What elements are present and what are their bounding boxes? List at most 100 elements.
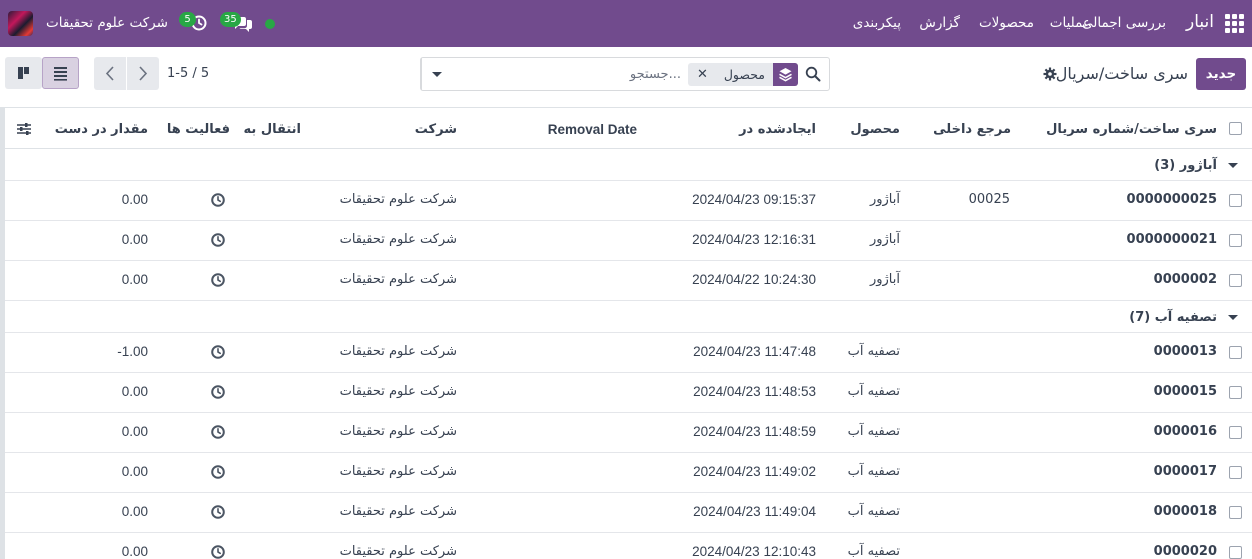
product-name: تصفیه آب bbox=[847, 464, 900, 479]
quantity-on-hand: 0.00 bbox=[121, 384, 148, 399]
product-name: آباژور bbox=[869, 232, 900, 247]
page-title: سری ساخت/سریال bbox=[1055, 64, 1188, 83]
presence-status-dot bbox=[265, 19, 275, 29]
company-name: شرکت علوم تحقیقات bbox=[339, 464, 457, 479]
row-checkbox[interactable] bbox=[1229, 346, 1242, 359]
menu-configuration[interactable]: پیکربندی bbox=[853, 15, 901, 31]
list-view-button[interactable] bbox=[42, 57, 79, 89]
lot-number: 0000018 bbox=[1153, 504, 1217, 519]
created-on: 2024/04/23 11:48:59 bbox=[693, 424, 816, 439]
row-checkbox[interactable] bbox=[1229, 274, 1242, 287]
column-header-internal-ref[interactable]: مرجع داخلی bbox=[933, 122, 1011, 137]
row-checkbox[interactable] bbox=[1229, 234, 1242, 247]
company-name: شرکت علوم تحقیقات bbox=[339, 192, 457, 207]
product-name: تصفیه آب bbox=[847, 424, 900, 439]
product-name: تصفیه آب bbox=[847, 344, 900, 359]
select-all-checkbox[interactable] bbox=[1229, 122, 1242, 135]
activity-clock-icon[interactable] bbox=[211, 193, 225, 207]
created-on: 2024/04/23 11:49:02 bbox=[693, 464, 816, 479]
column-header-transfer-to[interactable]: انتقال به bbox=[244, 122, 301, 137]
table-row[interactable]: 0000015 تصفیه آب 2024/04/23 11:48:53 شرکت ع… bbox=[5, 373, 1252, 413]
group-by-layers-icon bbox=[773, 63, 798, 86]
product-name: آباژور bbox=[869, 272, 900, 287]
created-on: 2024/04/23 11:49:04 bbox=[693, 504, 816, 519]
menu-products[interactable]: محصولات bbox=[979, 15, 1034, 31]
column-header-company[interactable]: شرکت bbox=[415, 122, 457, 137]
activity-clock-icon[interactable] bbox=[211, 385, 225, 399]
pager-next-button[interactable] bbox=[127, 57, 159, 90]
table-row[interactable]: 0000002 آباژور 2024/04/22 10:24:30 شرکت علو… bbox=[5, 261, 1252, 301]
chevron-right-icon bbox=[139, 66, 148, 81]
row-checkbox[interactable] bbox=[1229, 386, 1242, 399]
table-row[interactable]: 0000018 تصفیه آب 2024/04/23 11:49:04 شرکت ع… bbox=[5, 493, 1252, 533]
pager-value[interactable]: 1-5 / 5 bbox=[167, 66, 209, 81]
row-checkbox[interactable] bbox=[1229, 546, 1242, 559]
kanban-icon bbox=[18, 67, 29, 79]
table-row[interactable]: 0000000025 00025 آباژور 2024/04/23 09:15:37… bbox=[5, 181, 1252, 221]
row-checkbox[interactable] bbox=[1229, 506, 1242, 519]
search-bar: محصول ✕ جستجو... bbox=[420, 57, 830, 91]
product-name: تصفیه آب bbox=[847, 544, 900, 559]
lot-number: 0000016 bbox=[1153, 424, 1217, 439]
company-name: شرکت علوم تحقیقات bbox=[339, 272, 457, 287]
group-title: تصفیه آب (7) bbox=[1129, 310, 1217, 325]
optional-columns-sliders-icon[interactable] bbox=[17, 122, 31, 136]
search-icon[interactable] bbox=[805, 66, 821, 82]
lot-number: 0000017 bbox=[1153, 464, 1217, 479]
menu-reporting[interactable]: گزارش bbox=[919, 15, 960, 31]
created-on: 2024/04/23 11:47:48 bbox=[693, 344, 816, 359]
table-row[interactable]: 0000020 تصفیه آب 2024/04/23 12:10:43 شرکت ع… bbox=[5, 533, 1252, 559]
quantity-on-hand: 0.00 bbox=[121, 504, 148, 519]
lot-number: 0000015 bbox=[1153, 384, 1217, 399]
column-header-product[interactable]: محصول bbox=[850, 122, 900, 137]
column-header-qty-on-hand[interactable]: مقدار در دست bbox=[55, 122, 148, 137]
created-on: 2024/04/23 12:16:31 bbox=[692, 232, 816, 247]
menu-overview[interactable]: بررسی اجمالی bbox=[1082, 15, 1166, 31]
activity-clock-icon[interactable] bbox=[211, 505, 225, 519]
column-header-removal-date[interactable]: Removal Date bbox=[548, 122, 637, 137]
menu-operations[interactable]: عملیات bbox=[1050, 15, 1091, 31]
group-header-row[interactable]: آباژور (3) bbox=[5, 149, 1252, 181]
table-row[interactable]: 0000016 تصفیه آب 2024/04/23 11:48:59 شرکت ع… bbox=[5, 413, 1252, 453]
search-options-toggle[interactable] bbox=[421, 58, 451, 90]
facet-remove-icon[interactable]: ✕ bbox=[697, 67, 708, 82]
user-avatar[interactable] bbox=[8, 11, 33, 36]
activity-clock-icon[interactable] bbox=[211, 233, 225, 247]
company-name: شرکت علوم تحقیقات bbox=[339, 384, 457, 399]
search-facet: محصول ✕ bbox=[688, 63, 798, 86]
top-navbar: انبار بررسی اجمالی عملیات محصولات گزارش … bbox=[0, 0, 1252, 47]
company-switcher[interactable]: شرکت علوم تحقیقات bbox=[46, 15, 168, 31]
activity-count-badge: 5 bbox=[179, 12, 196, 27]
messages-count-badge: 35 bbox=[220, 12, 241, 27]
activity-clock-icon[interactable] bbox=[211, 273, 225, 287]
app-name[interactable]: انبار bbox=[1186, 12, 1214, 32]
row-checkbox[interactable] bbox=[1229, 426, 1242, 439]
new-button[interactable]: جدید bbox=[1196, 58, 1246, 90]
table-row[interactable]: 0000000021 آباژور 2024/04/23 12:16:31 شرکت … bbox=[5, 221, 1252, 261]
search-input[interactable]: جستجو... bbox=[630, 67, 681, 82]
app-menu-icon[interactable] bbox=[1225, 14, 1244, 33]
created-on: 2024/04/23 12:10:43 bbox=[692, 544, 816, 559]
group-header-row[interactable]: تصفیه آب (7) bbox=[5, 301, 1252, 333]
pager-previous-button[interactable] bbox=[94, 57, 126, 90]
activity-clock-icon[interactable] bbox=[211, 465, 225, 479]
row-checkbox[interactable] bbox=[1229, 194, 1242, 207]
quantity-on-hand: -1.00 bbox=[117, 344, 148, 359]
row-checkbox[interactable] bbox=[1229, 466, 1242, 479]
lot-number: 0000020 bbox=[1153, 544, 1217, 559]
created-on: 2024/04/23 09:15:37 bbox=[692, 192, 816, 207]
gear-icon[interactable] bbox=[1043, 67, 1057, 81]
column-header-lot[interactable]: سری ساخت/شماره سریال bbox=[1046, 122, 1217, 137]
kanban-view-button[interactable] bbox=[5, 57, 42, 89]
column-header-activities[interactable]: فعالیت ها bbox=[167, 122, 230, 137]
lot-number: 0000013 bbox=[1153, 344, 1217, 359]
company-name: شرکت علوم تحقیقات bbox=[339, 424, 457, 439]
quantity-on-hand: 0.00 bbox=[121, 424, 148, 439]
activity-clock-icon[interactable] bbox=[211, 545, 225, 559]
table-row[interactable]: 0000013 تصفیه آب 2024/04/23 11:47:48 شرکت ع… bbox=[5, 333, 1252, 373]
table-row[interactable]: 0000017 تصفیه آب 2024/04/23 11:49:02 شرکت ع… bbox=[5, 453, 1252, 493]
product-name: تصفیه آب bbox=[847, 504, 900, 519]
activity-clock-icon[interactable] bbox=[211, 345, 225, 359]
activity-clock-icon[interactable] bbox=[211, 425, 225, 439]
column-header-created-on[interactable]: ایجادشده در bbox=[739, 122, 816, 137]
